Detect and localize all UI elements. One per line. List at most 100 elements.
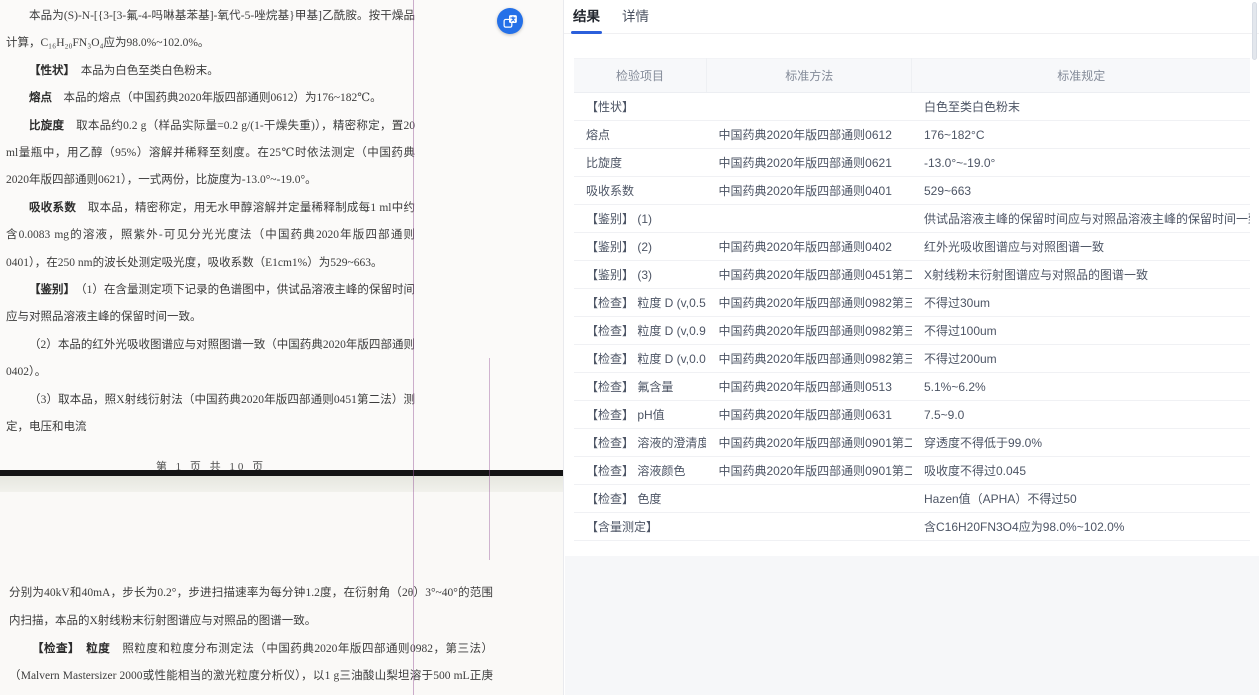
- paragraph-head: 熔点: [29, 92, 64, 104]
- spec-cell: 不得过200um: [912, 345, 1250, 373]
- doc-paragraph: 本品为(S)-N-[{3-[3-氟-4-吗啉基苯基]-氧代-5-唑烷基}甲基]乙…: [6, 3, 415, 58]
- spec-cell: 白色至类白色粉末: [912, 93, 1250, 121]
- paragraph-body: 分别为40kV和40mA，步长为0.2°，步进扫描速率为每分钟1.2度，在衍射角…: [9, 587, 493, 627]
- method-cell: [706, 93, 912, 121]
- paragraph-body: （2）本品的红外光吸收图谱应与对照图谱一致（中国药典2020年版四部通则0402…: [6, 339, 415, 378]
- test-item-cell: 【性状】: [574, 93, 706, 121]
- method-cell: [706, 513, 912, 541]
- column-header-standard-spec: 标准规定: [912, 59, 1250, 93]
- spec-cell: X射线粉末衍射图谱应与对照品的图谱一致: [912, 261, 1250, 289]
- document-page-1-text: 本品为(S)-N-[{3-[3-氟-4-吗啉基苯基]-氧代-5-唑烷基}甲基]乙…: [0, 0, 563, 470]
- paragraph-body: 本品为白色至类白色粉末。: [81, 65, 219, 77]
- test-item-cell: 【检查】 粒度 D (v,0.9): [574, 317, 706, 345]
- table-row: 【含量测定】 含C16H20FN3O4应为98.0%~102.0%: [574, 513, 1250, 541]
- paragraph-body: 本品的熔点（中国药典2020年版四部通则0612）为176~182℃。: [64, 92, 382, 104]
- test-item-cell: 【含量测定】: [574, 513, 706, 541]
- test-item-cell: 【检查】 溶液的澄清度: [574, 429, 706, 457]
- table-row: 【检查】 溶液的澄清度中国药典2020年版四部通则0901第二法穿透度不得低于9…: [574, 429, 1250, 457]
- test-item-cell: 【鉴别】 (1): [574, 205, 706, 233]
- test-item-cell: 【检查】 色度: [574, 485, 706, 513]
- results-table-container[interactable]: 检验项目 标准方法 标准规定 【性状】白色至类白色粉末 熔点中国药典2020年版…: [574, 58, 1250, 541]
- table-row: 比旋度中国药典2020年版四部通则0621-13.0°~-19.0°: [574, 149, 1250, 177]
- tab-results[interactable]: 结果: [571, 0, 602, 34]
- test-item-cell: 【检查】 粒度 D (v,0.09): [574, 345, 706, 373]
- paragraph-head: 【鉴别】: [29, 284, 81, 296]
- method-cell: [706, 205, 912, 233]
- document-pane[interactable]: 本品为(S)-N-[{3-[3-氟-4-吗啉基苯基]-氧代-5-唑烷基}甲基]乙…: [0, 0, 563, 695]
- spec-cell: 红外光吸收图谱应与对照图谱一致: [912, 233, 1250, 261]
- tab-details[interactable]: 详情: [620, 0, 651, 34]
- test-item-cell: 【检查】 溶液颜色: [574, 457, 706, 485]
- table-row: 【性状】 白色至类白色粉末: [574, 93, 1250, 121]
- table-row: 【鉴别】 (2)中国药典2020年版四部通则0402红外光吸收图谱应与对照图谱一…: [574, 233, 1250, 261]
- results-table: 检验项目 标准方法 标准规定 【性状】白色至类白色粉末 熔点中国药典2020年版…: [574, 58, 1250, 541]
- doc-paragraph: （3）取本品，照X射线衍射法（中国药典2020年版四部通则0451第二法）测定，…: [6, 387, 415, 442]
- column-header-test-item: 检验项目: [574, 59, 706, 93]
- doc-paragraph: 【检查】 粒度 照粒度和粒度分布测定法（中国药典2020年版四部通则0982，第…: [9, 636, 493, 695]
- test-item-cell: 熔点: [574, 121, 706, 149]
- method-cell: 中国药典2020年版四部通则0901第二法: [706, 457, 912, 485]
- spec-cell: 5.1%~6.2%: [912, 373, 1250, 401]
- translate-icon: [503, 14, 518, 29]
- method-cell: 中国药典2020年版四部通则0982第三法: [706, 345, 912, 373]
- test-item-cell: 比旋度: [574, 149, 706, 177]
- test-item-cell: 【检查】 粒度 D (v,0.5): [574, 289, 706, 317]
- table-row: 吸收系数中国药典2020年版四部通则0401529~663: [574, 177, 1250, 205]
- method-cell: 中国药典2020年版四部通则0621: [706, 149, 912, 177]
- method-cell: 中国药典2020年版四部通则0451第二法: [706, 261, 912, 289]
- paragraph-head: 【检查】 粒度: [32, 643, 122, 655]
- paragraph-body: （3）取本品，照X射线衍射法（中国药典2020年版四部通则0451第二法）测定，…: [6, 394, 415, 433]
- table-row: 【鉴别】 (3)中国药典2020年版四部通则0451第二法X射线粉末衍射图谱应与…: [574, 261, 1250, 289]
- test-item-cell: 【检查】 氟含量: [574, 373, 706, 401]
- document-page-2-text: 分别为40kV和40mA，步长为0.2°，步进扫描速率为每分钟1.2度，在衍射角…: [0, 492, 563, 695]
- test-item-cell: 吸收系数: [574, 177, 706, 205]
- document-page-2: 分别为40kV和40mA，步长为0.2°，步进扫描速率为每分钟1.2度，在衍射角…: [0, 492, 563, 695]
- table-row: 熔点中国药典2020年版四部通则0612176~182°C: [574, 121, 1250, 149]
- doc-paragraph: 吸收系数 取本品，精密称定，用无水甲醇溶解并定量稀释制成每1 ml中约含0.00…: [6, 195, 415, 277]
- spec-cell: 7.5~9.0: [912, 401, 1250, 429]
- panel-empty-area: [565, 556, 1259, 695]
- results-panel: 结果 详情 检验项目 标准方法 标准规定 【性状】白色至类白色粉末 熔点中国药典…: [563, 0, 1259, 695]
- page-break-gap: [0, 476, 563, 492]
- spec-cell: 不得过100um: [912, 317, 1250, 345]
- paragraph-head: 【性状】: [29, 65, 81, 77]
- table-header-row: 检验项目 标准方法 标准规定: [574, 59, 1250, 93]
- annotation-line-vertical-short: [489, 358, 490, 560]
- spec-cell: 穿透度不得低于99.0%: [912, 429, 1250, 457]
- floating-translate-button[interactable]: [497, 8, 523, 34]
- page-number-footer: 第 1 页 共 10 页: [6, 454, 416, 471]
- spec-cell: 供试品溶液主峰的保留时间应与对照品溶液主峰的保留时间一致: [912, 205, 1250, 233]
- method-cell: 中国药典2020年版四部通则0982第三法: [706, 317, 912, 345]
- spec-cell: 吸收度不得过0.045: [912, 457, 1250, 485]
- method-cell: 中国药典2020年版四部通则0631: [706, 401, 912, 429]
- method-cell: 中国药典2020年版四部通则0401: [706, 177, 912, 205]
- doc-paragraph: 【鉴别】 （1）在含量测定项下记录的色谱图中，供试品溶液主峰的保留时间应与对照品…: [6, 277, 415, 332]
- spec-cell: 不得过30um: [912, 289, 1250, 317]
- doc-paragraph: 熔点 本品的熔点（中国药典2020年版四部通则0612）为176~182℃。: [6, 85, 415, 112]
- test-item-cell: 【检查】 pH值: [574, 401, 706, 429]
- spec-cell: Hazen值（APHA）不得过50: [912, 485, 1250, 513]
- doc-paragraph: 分别为40kV和40mA，步长为0.2°，步进扫描速率为每分钟1.2度，在衍射角…: [9, 580, 493, 636]
- paragraph-head: 比旋度: [29, 120, 76, 132]
- table-row: 【检查】 色度 Hazen值（APHA）不得过50: [574, 485, 1250, 513]
- doc-paragraph: 【性状】 本品为白色至类白色粉末。: [6, 58, 415, 85]
- annotation-line-vertical: [413, 0, 414, 695]
- test-item-cell: 【鉴别】 (2): [574, 233, 706, 261]
- spec-cell: 含C16H20FN3O4应为98.0%~102.0%: [912, 513, 1250, 541]
- method-cell: 中国药典2020年版四部通则0901第二法: [706, 429, 912, 457]
- table-row: 【检查】 溶液颜色中国药典2020年版四部通则0901第二法吸收度不得过0.04…: [574, 457, 1250, 485]
- column-header-standard-method: 标准方法: [706, 59, 912, 93]
- table-row: 【检查】 粒度 D (v,0.9)中国药典2020年版四部通则0982第三法不得…: [574, 317, 1250, 345]
- table-row: 【检查】 粒度 D (v,0.09)中国药典2020年版四部通则0982第三法不…: [574, 345, 1250, 373]
- table-row: 【鉴别】 (1) 供试品溶液主峰的保留时间应与对照品溶液主峰的保留时间一致: [574, 205, 1250, 233]
- spec-cell: 176~182°C: [912, 121, 1250, 149]
- method-cell: 中国药典2020年版四部通则0513: [706, 373, 912, 401]
- method-cell: [706, 485, 912, 513]
- tab-bar: 结果 详情: [564, 0, 1259, 34]
- scrollbar-thumb[interactable]: [1252, 2, 1257, 60]
- method-cell: 中国药典2020年版四部通则0402: [706, 233, 912, 261]
- table-row: 【检查】 粒度 D (v,0.5)中国药典2020年版四部通则0982第三法不得…: [574, 289, 1250, 317]
- spec-cell: 529~663: [912, 177, 1250, 205]
- table-row: 【检查】 氟含量中国药典2020年版四部通则05135.1%~6.2%: [574, 373, 1250, 401]
- doc-paragraph: 比旋度 取本品约0.2 g（样品实际量=0.2 g/(1-干燥失重)），精密称定…: [6, 113, 415, 195]
